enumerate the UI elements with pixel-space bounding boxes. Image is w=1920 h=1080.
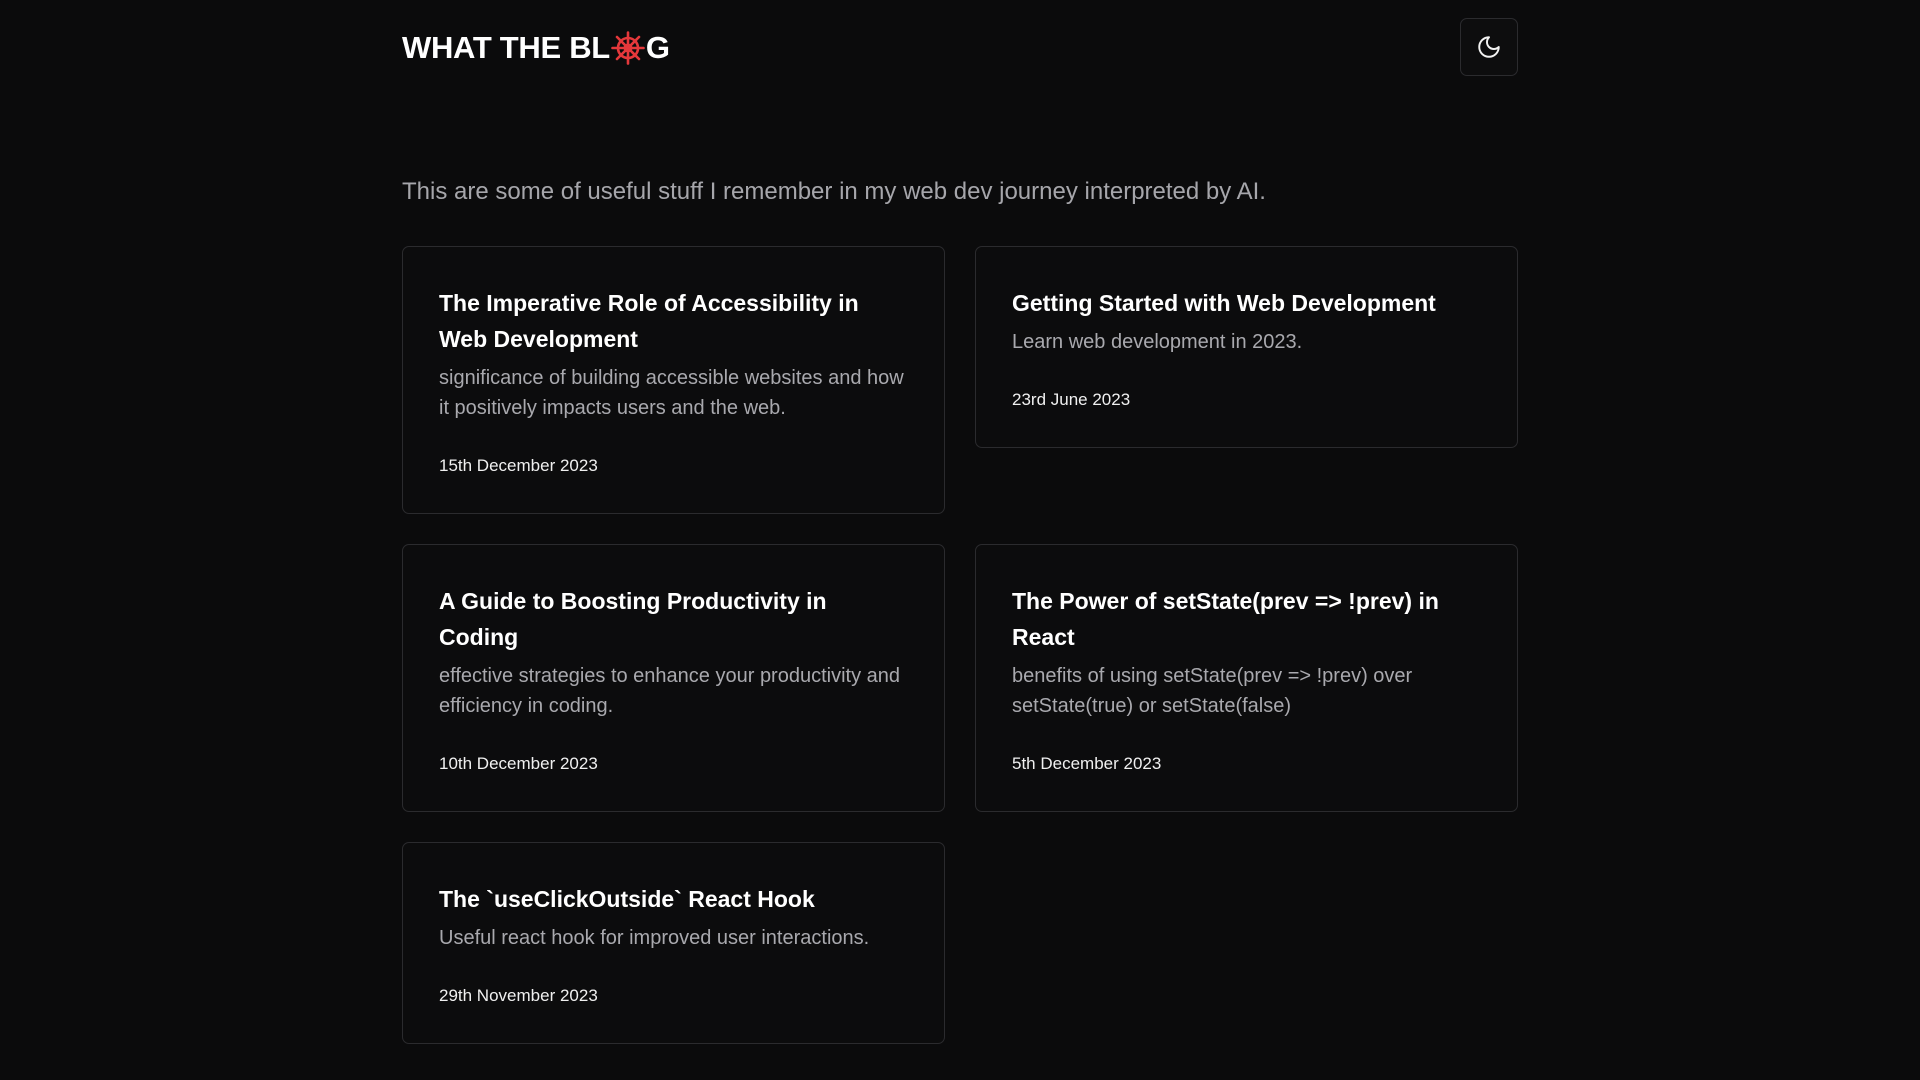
post-title[interactable]: A Guide to Boosting Productivity in Codi… bbox=[439, 583, 908, 655]
theme-toggle-button[interactable] bbox=[1460, 18, 1518, 76]
post-description: benefits of using setState(prev => !prev… bbox=[1012, 665, 1413, 717]
moon-icon bbox=[1478, 36, 1500, 58]
page-container: WHAT THE BL G This are some of useful st… bbox=[402, 0, 1518, 1044]
ship-wheel-icon bbox=[611, 31, 645, 65]
post-date: 10th December 2023 bbox=[439, 754, 598, 773]
site-logo[interactable]: WHAT THE BL G bbox=[402, 30, 670, 66]
post-title[interactable]: Getting Started with Web Development bbox=[1012, 285, 1481, 321]
post-description: Learn web development in 2023. bbox=[1012, 331, 1303, 353]
post-card[interactable]: The Power of setState(prev => !prev) in … bbox=[975, 544, 1518, 812]
post-card[interactable]: Getting Started with Web Development Lea… bbox=[975, 246, 1518, 448]
post-title[interactable]: The Imperative Role of Accessibility in … bbox=[439, 285, 908, 357]
intro-text: This are some of useful stuff I remember… bbox=[402, 178, 1266, 205]
post-description: Useful react hook for improved user inte… bbox=[439, 927, 870, 949]
post-date: 15th December 2023 bbox=[439, 456, 598, 475]
post-list: The Imperative Role of Accessibility in … bbox=[402, 246, 1518, 1044]
post-description: effective strategies to enhance your pro… bbox=[439, 665, 901, 717]
post-description: significance of building accessible webs… bbox=[439, 367, 904, 419]
post-card[interactable]: The `useClickOutside` React Hook Useful … bbox=[402, 842, 945, 1044]
post-title[interactable]: The Power of setState(prev => !prev) in … bbox=[1012, 583, 1481, 655]
logo-text-prefix: WHAT THE BL bbox=[402, 30, 610, 65]
post-card[interactable]: The Imperative Role of Accessibility in … bbox=[402, 246, 945, 514]
post-card[interactable]: A Guide to Boosting Productivity in Codi… bbox=[402, 544, 945, 812]
post-title[interactable]: The `useClickOutside` React Hook bbox=[439, 881, 908, 917]
logo-text-suffix: G bbox=[645, 30, 670, 65]
post-date: 29th November 2023 bbox=[439, 986, 598, 1005]
post-date: 23rd June 2023 bbox=[1012, 390, 1131, 409]
post-date: 5th December 2023 bbox=[1012, 754, 1162, 773]
site-header: WHAT THE BL G bbox=[402, 0, 1518, 100]
